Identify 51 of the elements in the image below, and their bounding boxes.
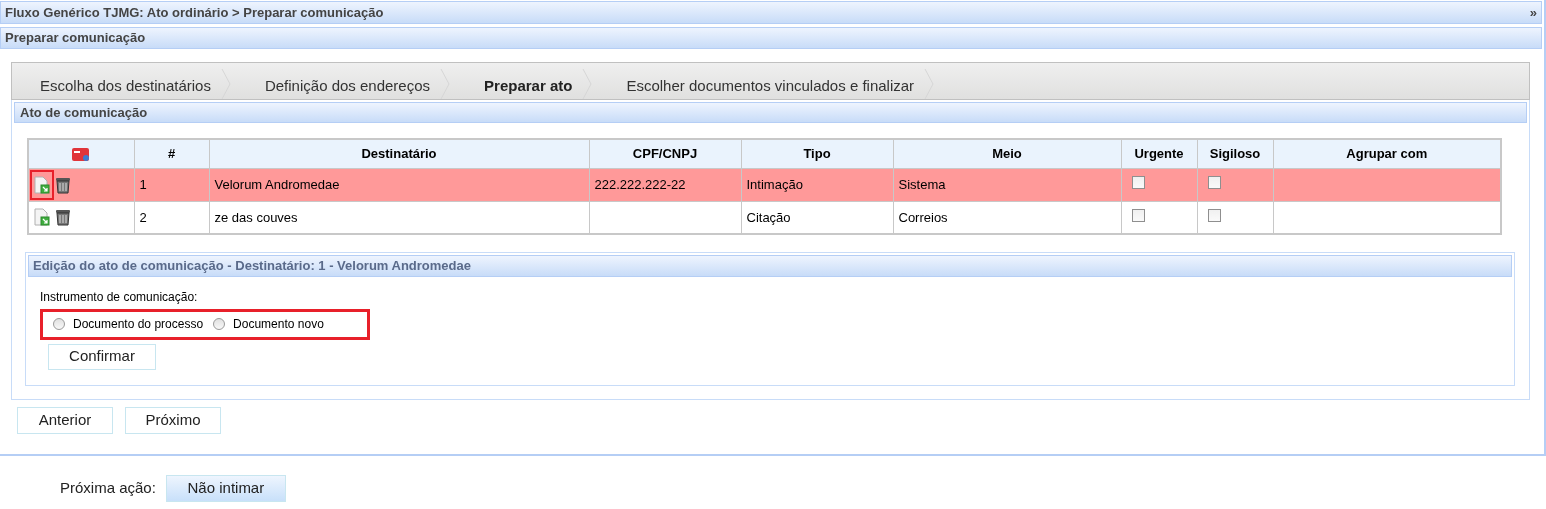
- table-cell: Citação: [746, 209, 791, 225]
- trash-icon[interactable]: [55, 208, 71, 227]
- column-header: Urgente: [1134, 146, 1184, 161]
- wizard-tab[interactable]: Escolha dos destinatários: [12, 74, 221, 99]
- settings-card-icon[interactable]: [71, 145, 92, 162]
- collapse-toggle[interactable]: »: [1529, 2, 1537, 23]
- table-row[interactable]: 2 ze das couves Citação Correios: [28, 201, 1501, 234]
- table-cell: Sistema: [898, 176, 946, 192]
- wizard-tab[interactable]: Definição dos endereços: [230, 74, 441, 99]
- table-cell: ze das couves: [214, 209, 298, 225]
- nav-button[interactable]: Próximo: [125, 407, 221, 434]
- chevron-separator: [924, 69, 935, 99]
- column-header: Tipo: [803, 146, 831, 161]
- table-row[interactable]: 1 Velorum Andromedae 222.222.222-22 Intimação Sistema: [28, 168, 1501, 201]
- wizard-tab[interactable]: Preparar ato: [450, 74, 583, 99]
- document-icon[interactable]: [34, 175, 50, 194]
- confirm-button[interactable]: Confirmar: [48, 343, 156, 370]
- column-header: Agrupar com: [1346, 146, 1428, 161]
- document-icon[interactable]: [34, 208, 50, 227]
- table-cell: 222.222.222-22: [594, 176, 686, 192]
- radio-label[interactable]: Documento novo: [233, 315, 324, 333]
- checkbox[interactable]: [1207, 175, 1221, 189]
- next-action-button[interactable]: Não intimar: [165, 475, 286, 502]
- field-label: Instrumento de comunicação:: [40, 290, 198, 304]
- table-cell: 1: [139, 176, 147, 192]
- trash-icon[interactable]: [55, 175, 71, 194]
- checkbox[interactable]: [1131, 175, 1145, 189]
- wizard-tab[interactable]: Escolher documentos vinculados e finalizar: [592, 74, 925, 99]
- column-header: Meio: [992, 146, 1022, 161]
- radio-label[interactable]: Documento do processo: [73, 315, 204, 333]
- checkbox[interactable]: [1131, 208, 1145, 222]
- column-header: Sigiloso: [1209, 146, 1261, 161]
- column-header: #: [167, 146, 176, 161]
- checkbox[interactable]: [1207, 208, 1221, 222]
- header-title: Fluxo Genérico TJMG: Ato ordinário > Preparar comunicação: [5, 3, 384, 22]
- subheader-title: Preparar comunicação: [5, 29, 146, 48]
- radio-button[interactable]: [213, 318, 226, 330]
- table-cell: Correios: [898, 209, 948, 225]
- next-action-label: Próxima ação:: [60, 478, 156, 499]
- table-cell: Intimação: [746, 176, 803, 192]
- table-cell: 2: [139, 209, 147, 225]
- nav-button[interactable]: Anterior: [17, 407, 113, 434]
- table-cell: Velorum Andromedae: [214, 176, 340, 192]
- chevron-separator: [220, 69, 231, 99]
- column-header: Destinatário: [361, 146, 437, 161]
- section-title: Ato de comunicação: [20, 103, 148, 122]
- chevron-separator: [582, 69, 593, 99]
- radio-button[interactable]: [53, 318, 65, 330]
- column-header: CPF/CNPJ: [632, 146, 698, 161]
- edit-title: Edição do ato de comunicação - Destinatário: 1 - Velorum Andromedae: [33, 257, 471, 276]
- chevron-separator: [440, 69, 451, 99]
